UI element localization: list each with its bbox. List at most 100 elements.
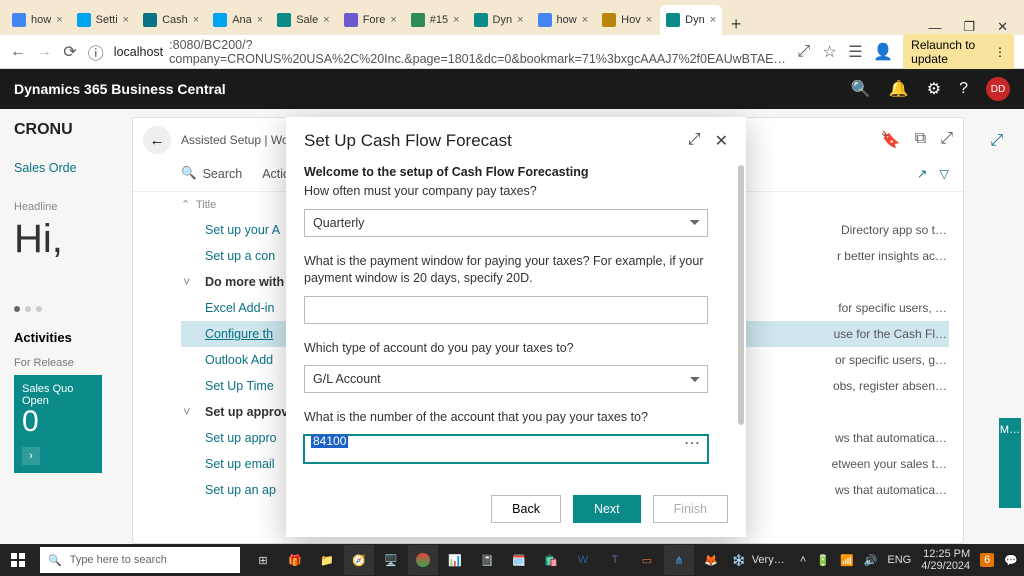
browser-tab-bar: how×Setti×Cash×Ana×Sale×Fore×#15×Dyn×how… — [0, 0, 1024, 35]
nav-forward-button[interactable]: → — [36, 43, 52, 61]
bc-search-icon[interactable]: 🔍 — [851, 79, 871, 99]
bc-help-icon[interactable]: ? — [959, 80, 968, 98]
tray-battery-icon[interactable]: 🔋 — [816, 554, 830, 567]
start-button[interactable] — [0, 544, 36, 576]
tab-close-icon[interactable]: × — [123, 14, 129, 26]
tray-clock[interactable]: 12:25 PM 4/29/2024 — [921, 548, 970, 572]
taskbar-app[interactable]: 🖥️ — [376, 545, 406, 575]
taskbar-app[interactable]: T — [600, 545, 630, 575]
taskbar-app[interactable]: 🛍️ — [536, 545, 566, 575]
bc-avatar[interactable]: DD — [986, 77, 1010, 101]
chevron-right-icon: › — [22, 447, 40, 465]
taskbar-weather[interactable]: ❄️Very… — [732, 554, 785, 567]
taskbar-app[interactable]: W — [568, 545, 598, 575]
tab-close-icon[interactable]: × — [390, 14, 396, 26]
side-tile[interactable]: M… — [999, 418, 1021, 508]
taskbar-app[interactable]: 🎁 — [280, 545, 310, 575]
windows-taskbar: 🔍 Type here to search ⊞ 🎁 📁 🧭 🖥️ 📊 📓 🗓️ … — [0, 544, 1024, 576]
tax-frequency-select[interactable]: Quarterly — [304, 209, 708, 237]
cue-tile-sales-quotes[interactable]: Sales Quo Open 0 › — [14, 375, 102, 473]
account-number-input[interactable] — [304, 435, 708, 463]
expand-icon[interactable]: ⤢ — [940, 130, 953, 150]
tab-close-icon[interactable]: × — [257, 14, 263, 26]
q-account-number: What is the number of the account that y… — [304, 409, 728, 427]
bc-notifications-icon[interactable]: 🔔 — [889, 79, 909, 99]
tab-close-icon[interactable]: × — [453, 14, 459, 26]
tab-close-icon[interactable]: × — [646, 14, 652, 26]
modal-close-icon[interactable]: ✕ — [715, 131, 728, 151]
browser-tab[interactable]: Hov× — [596, 5, 658, 35]
tab-close-icon[interactable]: × — [323, 14, 329, 26]
browser-tab[interactable]: Fore× — [338, 5, 403, 35]
chevron-down-icon[interactable]: ˅ — [183, 275, 195, 289]
browser-tab[interactable]: #15× — [405, 5, 466, 35]
payment-window-input[interactable] — [304, 296, 708, 324]
taskbar-app[interactable]: 📁 — [312, 545, 342, 575]
search-icon: 🔍 — [181, 166, 197, 181]
modal-scrollbar[interactable] — [738, 165, 744, 425]
new-tab-button[interactable]: + — [724, 14, 748, 35]
panel-back-button[interactable]: ← — [143, 126, 171, 154]
browser-tab[interactable]: how× — [532, 5, 595, 35]
browser-tab[interactable]: Ana× — [207, 5, 269, 35]
finish-button[interactable]: Finish — [653, 495, 728, 523]
tab-close-icon[interactable]: × — [517, 14, 523, 26]
url-field[interactable]: localhost:8080/BC200/?company=CRONUS%20U… — [114, 38, 786, 66]
reading-list-icon[interactable]: ☰ — [847, 42, 863, 62]
tab-close-icon[interactable]: × — [193, 14, 199, 26]
window-minimize[interactable]: ― — [928, 20, 941, 35]
window-close[interactable]: ✕ — [997, 19, 1008, 35]
taskbar-app[interactable]: ▭ — [632, 545, 662, 575]
taskbar-app[interactable]: 🗓️ — [504, 545, 534, 575]
task-view-icon[interactable]: ⊞ — [248, 545, 278, 575]
modal-expand-icon[interactable]: ⤢ — [688, 131, 701, 151]
browser-tab[interactable]: Dyn× — [660, 5, 722, 35]
browser-tab[interactable]: Setti× — [71, 5, 135, 35]
install-app-icon[interactable]: ⤢ — [796, 43, 812, 61]
share-icon[interactable]: ↗ — [917, 166, 927, 181]
tray-wifi-icon[interactable]: 📶 — [840, 554, 854, 567]
bookmark-star-icon[interactable]: ☆ — [822, 42, 838, 62]
lookup-icon[interactable]: ⋯ — [684, 433, 700, 453]
bookmark-icon[interactable]: 🔖 — [881, 130, 901, 150]
panel-breadcrumb: Assisted Setup | Wor — [181, 133, 293, 147]
taskbar-app[interactable]: 🧭 — [344, 545, 374, 575]
filter-icon[interactable]: ▽ — [939, 166, 949, 181]
tray-chevron-up-icon[interactable]: ˄ — [800, 554, 806, 566]
tray-action-center-icon[interactable]: 💬 — [1004, 554, 1018, 567]
taskbar-app[interactable]: 📊 — [440, 545, 470, 575]
tray-language[interactable]: ENG — [887, 554, 911, 566]
browser-tab[interactable]: Cash× — [137, 5, 205, 35]
site-info-icon[interactable]: ⓘ — [88, 40, 104, 64]
tab-close-icon[interactable]: × — [710, 14, 716, 26]
browser-tab[interactable]: Sale× — [271, 5, 335, 35]
cash-flow-setup-modal: Set Up Cash Flow Forecast ⤢ ✕ Welcome to… — [286, 117, 746, 537]
next-button[interactable]: Next — [573, 495, 641, 523]
open-new-window-icon[interactable]: ⧉ — [915, 130, 926, 150]
taskbar-vscode[interactable]: ⋔ — [664, 545, 694, 575]
q-payment-window: What is the payment window for paying yo… — [304, 253, 728, 288]
taskbar-app[interactable]: 🦊 — [696, 545, 726, 575]
window-restore[interactable]: ❐ — [963, 19, 975, 35]
account-number-value: 84100 — [311, 434, 348, 448]
tab-close-icon[interactable]: × — [582, 14, 588, 26]
browser-tab[interactable]: how× — [6, 5, 69, 35]
relaunch-button[interactable]: Relaunch to update⋮ — [903, 34, 1014, 70]
tray-volume-icon[interactable]: 🔊 — [864, 554, 878, 567]
profile-icon[interactable]: 👤 — [873, 42, 893, 62]
bc-settings-icon[interactable]: ⚙ — [927, 79, 941, 99]
nav-back-button[interactable]: ← — [10, 43, 26, 61]
back-button[interactable]: Back — [491, 495, 561, 523]
tray-notifications[interactable]: 6 — [980, 553, 994, 567]
account-type-select[interactable]: G/L Account — [304, 365, 708, 393]
collapse-icon[interactable]: ⌃ — [181, 198, 193, 211]
nav-reload-button[interactable]: ⟳ — [62, 42, 78, 62]
taskbar-chrome[interactable] — [408, 545, 438, 575]
browser-tab[interactable]: Dyn× — [468, 5, 530, 35]
taskbar-search[interactable]: 🔍 Type here to search — [40, 547, 240, 573]
taskbar-app[interactable]: 📓 — [472, 545, 502, 575]
tab-close-icon[interactable]: × — [56, 14, 62, 26]
chevron-down-icon[interactable]: ˅ — [183, 405, 195, 419]
chart-expand-icon[interactable]: ⤢ — [990, 132, 1003, 150]
panel-search[interactable]: 🔍Search — [181, 166, 242, 181]
